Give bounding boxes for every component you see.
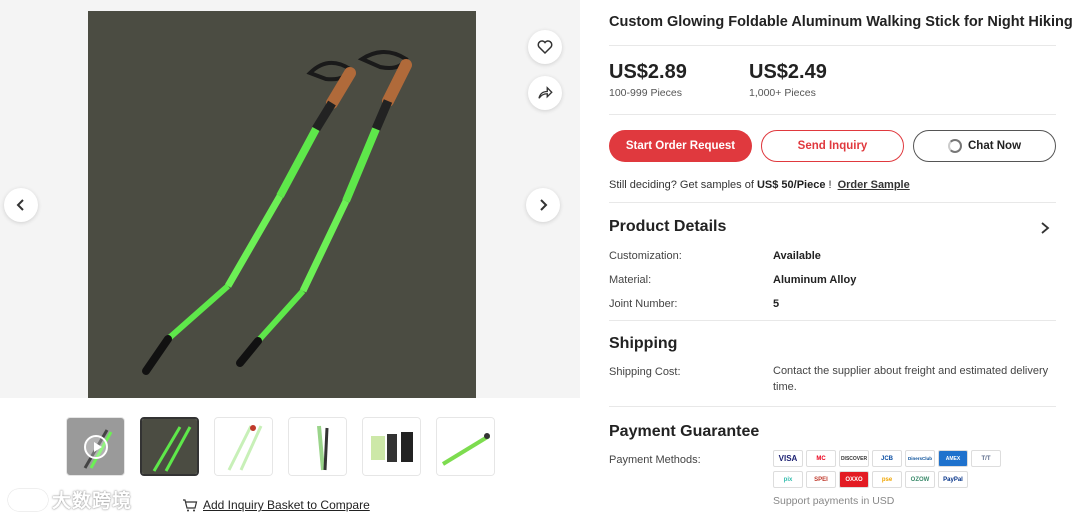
detail-value: Aluminum Alloy bbox=[773, 274, 857, 286]
send-inquiry-button[interactable]: Send Inquiry bbox=[761, 130, 904, 162]
favorite-button[interactable] bbox=[528, 30, 562, 64]
thumbnail-image[interactable] bbox=[140, 417, 199, 476]
chat-now-button[interactable]: Chat Now bbox=[913, 130, 1056, 162]
visa-icon: VISA bbox=[773, 450, 803, 467]
thumbnail-video[interactable] bbox=[66, 417, 125, 476]
product-page: 大数跨境 Add Inquiry Basket to Compare Custo… bbox=[0, 0, 1080, 521]
main-product-image[interactable] bbox=[88, 11, 476, 398]
divider bbox=[609, 320, 1056, 321]
discover-icon: DISCOVER bbox=[839, 450, 869, 467]
chat-now-label: Chat Now bbox=[967, 140, 1022, 152]
chevron-left-icon bbox=[16, 199, 24, 211]
sample-price: US$ 50/Piece bbox=[756, 179, 826, 191]
price-quantity: 1,000+ Pieces bbox=[749, 87, 816, 99]
product-info: Custom Glowing Foldable Aluminum Walking… bbox=[609, 0, 1073, 521]
chevron-right-icon bbox=[540, 199, 548, 211]
detail-label: Joint Number: bbox=[609, 298, 678, 310]
price-amount: US$2.89 bbox=[609, 61, 687, 83]
thumbnail-image[interactable] bbox=[362, 417, 421, 476]
price-quantity: 100-999 Pieces bbox=[609, 87, 682, 99]
divider bbox=[609, 114, 1056, 115]
thumbnail-strip bbox=[66, 417, 495, 476]
main-image-stage bbox=[0, 0, 580, 398]
share-button[interactable] bbox=[528, 76, 562, 110]
product-title: Custom Glowing Foldable Aluminum Walking… bbox=[609, 14, 1073, 30]
thumbnail-image[interactable] bbox=[214, 417, 273, 476]
start-order-button[interactable]: Start Order Request bbox=[609, 130, 752, 162]
order-sample-link[interactable]: Order Sample bbox=[838, 179, 910, 191]
detail-label: Material: bbox=[609, 274, 652, 286]
sample-prefix: Still deciding? Get samples of bbox=[609, 179, 757, 191]
add-inquiry-basket-link[interactable]: Add Inquiry Basket to Compare bbox=[182, 498, 370, 512]
diners-club-icon: DinersClub bbox=[905, 450, 935, 467]
previous-image-button[interactable] bbox=[4, 188, 38, 222]
sample-suffix: ! bbox=[825, 179, 832, 191]
cart-plus-icon bbox=[183, 499, 198, 512]
detail-label: Customization: bbox=[609, 250, 682, 262]
shipping-label: Shipping Cost: bbox=[609, 366, 681, 378]
telegraphic-transfer-icon: T/T bbox=[971, 450, 1001, 467]
paypal-icon: PayPal bbox=[938, 471, 968, 488]
oxxo-icon: OXXO bbox=[839, 471, 869, 488]
watermark-logo-icon bbox=[8, 488, 48, 511]
chevron-right-icon[interactable] bbox=[1039, 221, 1051, 235]
watermark: 大数跨境 bbox=[8, 486, 132, 513]
share-icon bbox=[538, 86, 553, 99]
detail-value: Available bbox=[773, 250, 821, 262]
ozow-icon: OZOW bbox=[905, 471, 935, 488]
pse-icon: pse bbox=[872, 471, 902, 488]
next-image-button[interactable] bbox=[526, 188, 560, 222]
shipping-heading: Shipping bbox=[609, 335, 678, 352]
divider bbox=[609, 406, 1056, 407]
chat-status-icon bbox=[947, 139, 962, 153]
sample-offer: Still deciding? Get samples of US$ 50/Pi… bbox=[609, 179, 910, 191]
payment-note: Support payments in USD bbox=[773, 495, 895, 507]
thumbnail-image[interactable] bbox=[288, 417, 347, 476]
mastercard-icon: MC bbox=[806, 450, 836, 467]
thumbnail-image[interactable] bbox=[436, 417, 495, 476]
jcb-icon: JCB bbox=[872, 450, 902, 467]
play-icon bbox=[84, 435, 108, 459]
payment-heading: Payment Guarantee bbox=[609, 423, 760, 440]
amex-icon: AMEX bbox=[938, 450, 968, 467]
spei-icon: SPEI bbox=[806, 471, 836, 488]
shipping-value: Contact the supplier about freight and e… bbox=[773, 365, 1049, 393]
basket-link-text: Add Inquiry Basket to Compare bbox=[203, 498, 370, 512]
price-tier: US$2.49 1,000+ Pieces bbox=[749, 61, 827, 99]
price-tier: US$2.89 100-999 Pieces bbox=[609, 61, 687, 99]
product-gallery: 大数跨境 Add Inquiry Basket to Compare bbox=[0, 0, 580, 521]
pix-icon: pix bbox=[773, 471, 803, 488]
watermark-text: 大数跨境 bbox=[52, 491, 133, 512]
payment-logos: VISA MC DISCOVER JCB DinersClub AMEX T/T… bbox=[773, 450, 1013, 488]
divider bbox=[609, 45, 1056, 46]
detail-value: 5 bbox=[773, 298, 780, 310]
payment-label: Payment Methods: bbox=[609, 454, 701, 466]
price-amount: US$2.49 bbox=[749, 61, 827, 83]
product-details-heading: Product Details bbox=[609, 218, 727, 235]
heart-icon bbox=[537, 40, 553, 55]
divider bbox=[609, 202, 1056, 203]
